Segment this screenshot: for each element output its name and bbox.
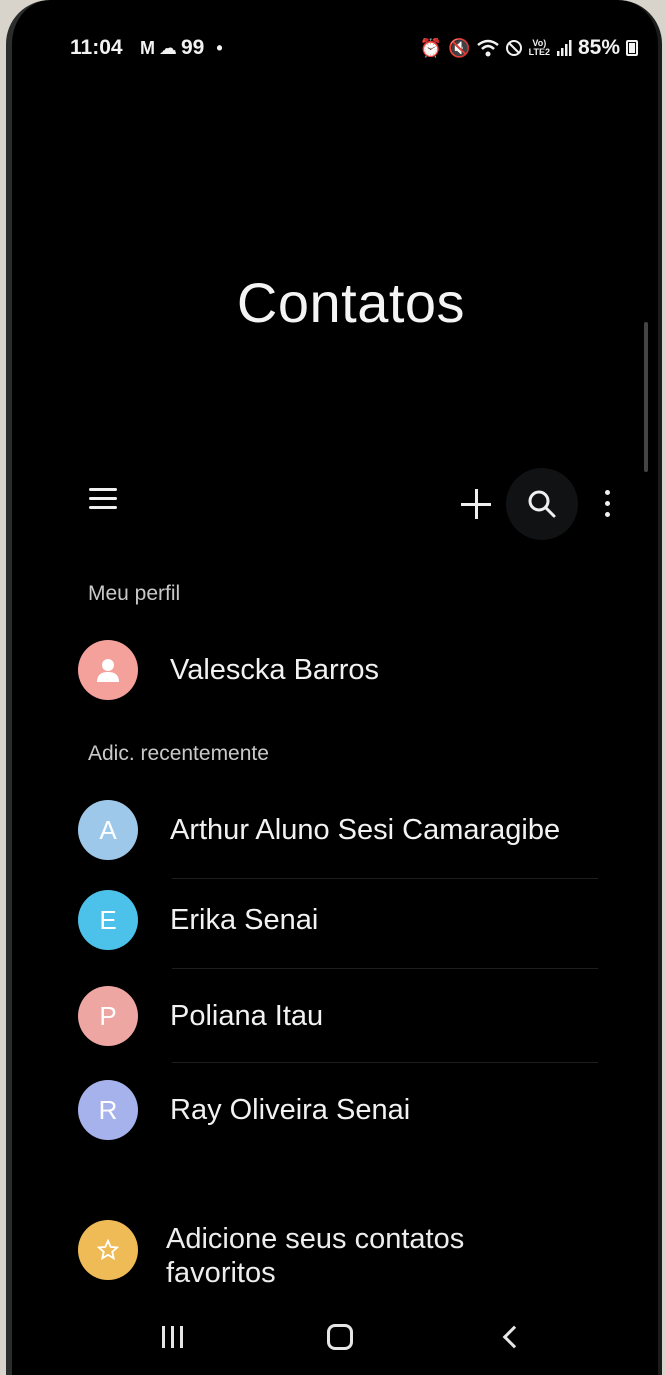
star-icon [97,1239,119,1261]
contact-name: Erika Senai [170,903,319,936]
contact-item-erika[interactable]: E Erika Senai [70,878,318,962]
avatar-initial: A [99,814,117,845]
person-icon [97,659,119,682]
notification-count: 99 [181,36,205,59]
recents-icon [161,1326,165,1348]
contact-avatar: R [78,1080,138,1140]
divider [172,968,598,969]
scrollbar[interactable] [644,322,648,472]
profile-section-label: Meu perfil [88,582,181,605]
recent-section-label: Adic. recentemente [88,742,269,765]
avatar-initial: E [99,904,117,935]
alarm-icon: ⏰ [419,37,443,58]
cloud-icon: ☁ [159,37,177,58]
back-icon [502,1325,526,1349]
status-left-icons: M ☁ 99 • [140,36,223,60]
recents-button[interactable] [152,1312,192,1362]
contact-name: Poliana Itau [170,999,324,1032]
divider [172,1062,598,1063]
more-vertical-icon [604,489,610,495]
search-button[interactable] [506,468,578,540]
menu-button[interactable] [76,472,130,526]
favorites-avatar [78,1220,138,1280]
hamburger-icon [89,488,117,510]
wifi-icon [476,39,499,57]
contact-name: Arthur Aluno Sesi Camaragibe [170,813,561,846]
search-icon [528,490,556,518]
back-button[interactable] [490,1312,530,1362]
contact-avatar: A [78,800,138,860]
profile-name: Valescka Barros [170,653,379,686]
home-button[interactable] [320,1312,360,1362]
add-contact-button[interactable] [450,478,502,530]
signal-icon [556,40,572,56]
status-bar: 11:04 M ☁ 99 • ⏰ 🔇 Vo) LTE2 85% [70,36,638,64]
battery-icon [626,40,638,56]
gmail-icon: M [140,37,155,58]
battery-percent: 85% [577,36,620,59]
contact-item-ray[interactable]: R Ray Oliveira Senai [70,1068,410,1152]
home-icon [327,1324,353,1350]
contact-avatar: P [78,986,138,1046]
contact-item-poliana[interactable]: P Poliana Itau [70,974,323,1058]
profile-avatar [78,640,138,700]
phone-frame: 11:04 M ☁ 99 • ⏰ 🔇 Vo)LTE2 85% Contatos [6,0,662,1375]
status-right-icons: ⏰ 🔇 Vo) LTE2 85% [420,36,638,60]
screen: 11:04 M ☁ 99 • ⏰ 🔇 Vo)LTE2 85% Contatos [12,0,658,1375]
avatar-initial: R [98,1094,118,1125]
plus-icon [461,489,491,519]
status-time: 11:04 [70,36,123,59]
volte-icon: Vo) LTE2 [528,38,550,57]
add-favorites-text: Adicione seus contatos favoritos [166,1223,465,1289]
more-options-button[interactable] [590,474,624,532]
add-favorites-item[interactable] [70,1208,138,1292]
avatar-initial: P [99,1000,117,1031]
dnd-icon [505,40,522,56]
contact-item-arthur[interactable]: A Arthur Aluno Sesi Camaragibe [70,788,560,872]
dot-icon: • [216,37,223,58]
mute-icon: 🔇 [448,37,471,58]
contact-name: Ray Oliveira Senai [170,1093,411,1126]
page-title: Contatos [236,271,466,334]
navigation-bar [12,1300,658,1375]
profile-card[interactable]: Valescka Barros [70,628,379,712]
contact-avatar: E [78,890,138,950]
